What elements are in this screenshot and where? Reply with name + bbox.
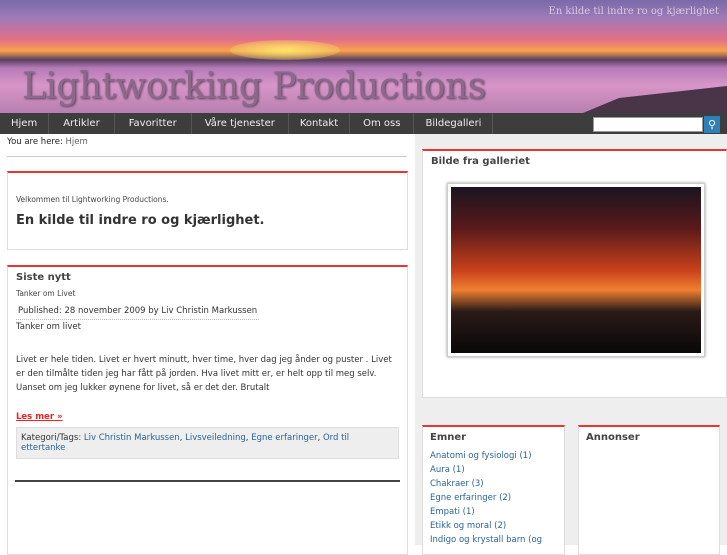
main-column: You are here: Hjem Velkommen til Lightwo… [0,134,415,555]
gallery-box: Bilde fra galleriet [422,149,727,398]
nav-tjenester[interactable]: Våre tjenester [192,113,289,134]
tag-link[interactable]: Liv Christin Markussen [84,433,180,443]
news-body: Livet er hele tiden. Livet er hvert minu… [16,355,392,393]
gallery-heading: Bilde fra galleriet [431,156,530,167]
welcome-title: En kilde til indre ro og kjærlighet. [16,213,265,228]
welcome-box: Velkommen til Lightworking Productions. … [7,171,408,250]
tag-link[interactable]: Livsveiledning [185,433,246,443]
topic-link[interactable]: Anatomi og fysiologi (1) [430,449,557,463]
news-intro: Tanker om livet [16,322,81,332]
topic-link[interactable]: Etikk og moral (2) [430,519,557,533]
breadcrumb-current: Hjem [65,137,88,147]
search-input[interactable] [593,117,703,132]
breadcrumb: You are here: Hjem [7,137,88,147]
topic-link[interactable]: Empati (1) [430,505,557,519]
topic-link[interactable]: Egne erfaringer (2) [430,491,557,505]
gallery-image[interactable] [447,183,705,357]
tags-label: Kategori/Tags: [21,433,82,443]
nav-bildegalleri[interactable]: Bildegalleri [414,113,494,134]
rock-decoration [583,86,727,113]
breadcrumb-label: You are here: [7,137,63,147]
annonser-heading: Annonser [586,432,640,443]
tag-link[interactable]: Egne erfaringer [251,433,317,443]
topic-link[interactable]: Chakraer (3) [430,477,557,491]
emner-box: Emner Anatomi og fysiologi (1) Aura (1) … [422,425,565,555]
welcome-text: Velkommen til Lightworking Productions. [16,195,169,204]
news-heading: Siste nytt [16,272,71,283]
sunset-decoration [230,40,340,60]
nav-om-oss[interactable]: Om oss [350,113,415,134]
read-more-link[interactable]: Les mer » [16,412,62,422]
nav-artikler[interactable]: Artikler [49,113,115,134]
topic-link[interactable]: Aura (1) [430,463,557,477]
nav-kontakt[interactable]: Kontakt [289,113,351,134]
news-subtitle: Tanker om Livet [16,289,76,298]
published-info: Published: 28 november 2009 by Liv Chris… [16,306,260,320]
emner-heading: Emner [430,432,467,443]
site-logo[interactable]: Lightworking Productions [22,66,486,107]
divider [15,480,400,482]
header-banner: Lightworking Productions En kilde til in… [0,0,727,113]
annonser-box: Annonser [578,425,720,555]
divider [7,156,407,157]
nav-favoritter[interactable]: Favoritter [115,113,192,134]
nav-hjem[interactable]: Hjem [0,113,50,134]
news-box: Siste nytt Tanker om Livet Published: 28… [7,265,408,555]
tags-bar: Kategori/Tags: Liv Christin Markussen, L… [16,427,399,459]
site-tagline: En kilde til indre ro og kjærlighet [548,6,719,17]
sidebar: Bilde fra galleriet Emner Anatomi og fys… [415,134,727,555]
search-icon[interactable]: ⚲ [704,116,720,133]
